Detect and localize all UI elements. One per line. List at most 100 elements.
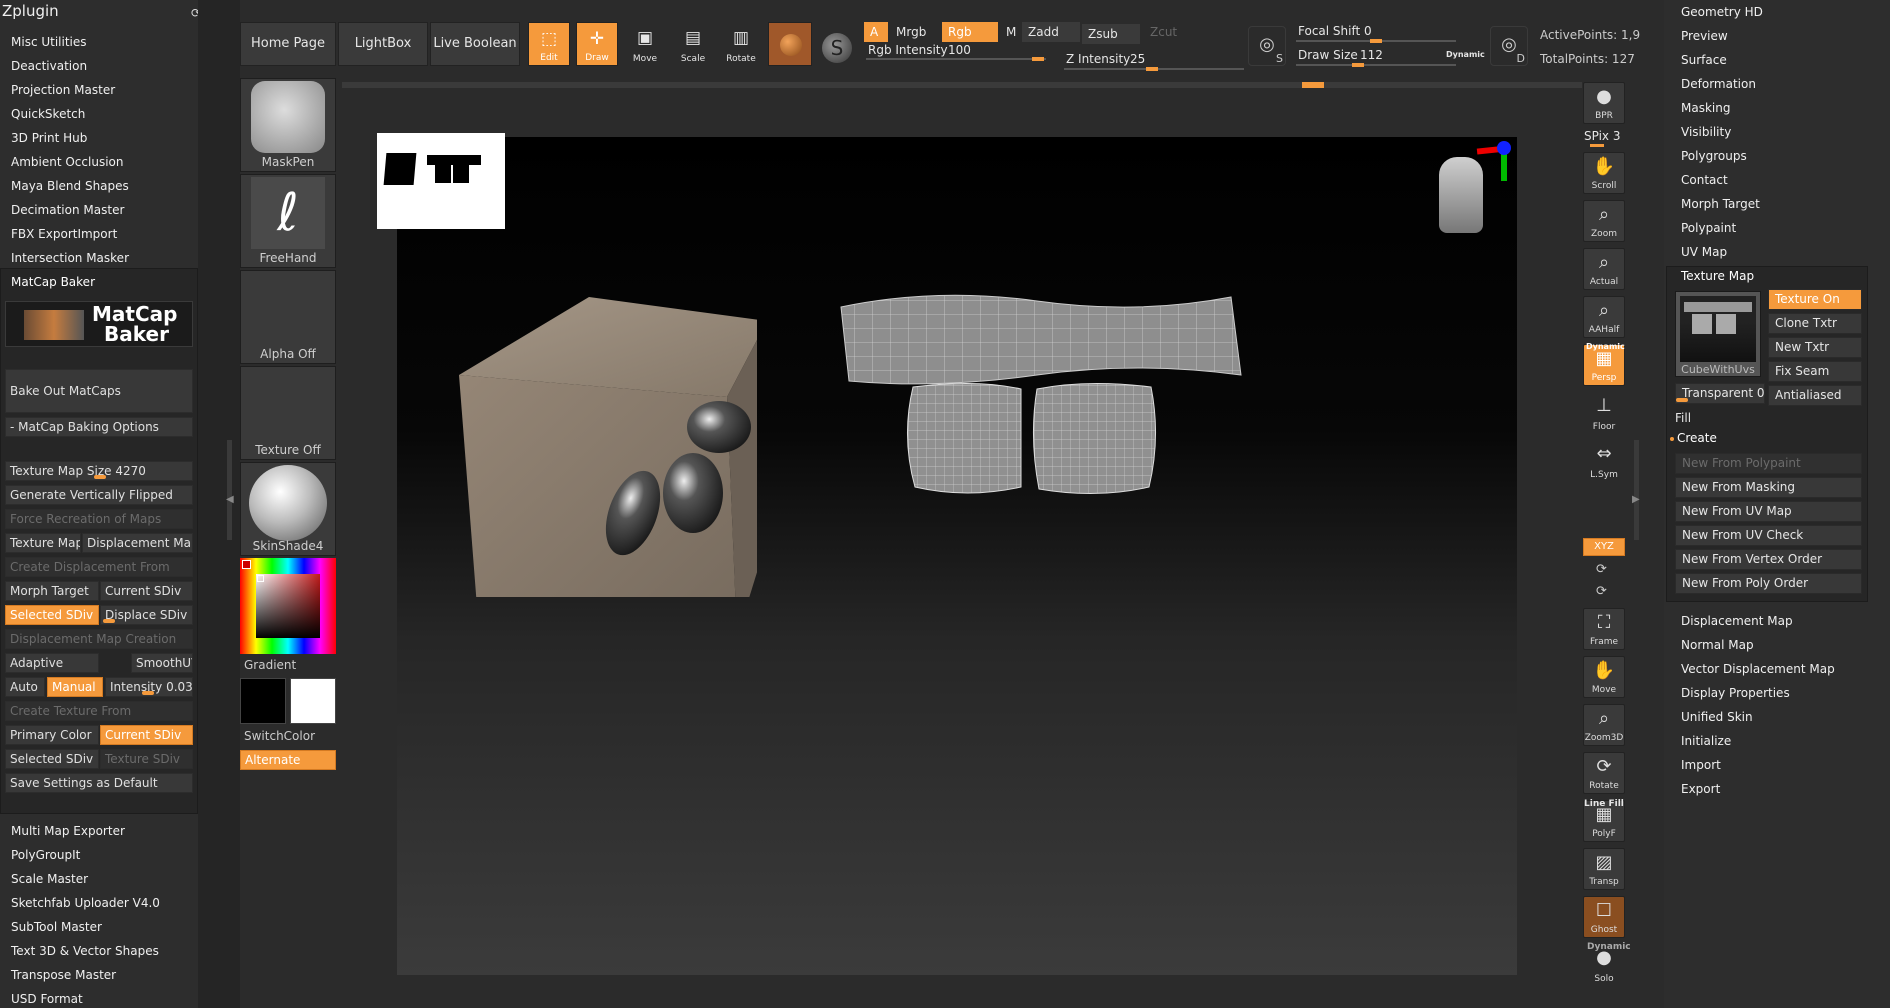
right-tray-handle[interactable] (1634, 440, 1639, 540)
slider-knob[interactable] (1370, 39, 1382, 43)
ghost-button[interactable]: ☐ Ghost (1583, 896, 1625, 938)
tool-menu-item[interactable]: Masking (1681, 101, 1730, 115)
tool-menu-item[interactable]: Vector Displacement Map (1681, 662, 1835, 676)
clone-txtr-button[interactable]: Clone Txtr (1768, 313, 1862, 334)
tool-menu-item[interactable]: Displacement Map (1681, 614, 1793, 628)
move-view-button[interactable]: ✋ Move (1583, 656, 1625, 698)
slider-knob[interactable] (142, 691, 154, 695)
zoom-button[interactable]: ⌕ Zoom (1583, 200, 1625, 242)
intensity-slider[interactable]: Intensity 0.034 (105, 677, 193, 697)
tool-menu-item[interactable]: Contact (1681, 173, 1728, 187)
tool-menu-item[interactable]: Display Properties (1681, 686, 1790, 700)
texture-thumbnail[interactable]: CubeWithUvs (1675, 291, 1761, 377)
matcap-baker-header[interactable]: MatCap Baker (11, 275, 95, 289)
zplugin-menu-item[interactable]: USD Format (11, 992, 83, 1006)
bpr-button[interactable]: ● BPR (1583, 82, 1625, 124)
zplugin-menu-item[interactable]: Deactivation (11, 59, 87, 73)
tool-menu-item[interactable]: Geometry HD (1681, 5, 1763, 19)
sym-z-icon[interactable]: ⟳ (1596, 584, 1607, 599)
zplugin-menu-item[interactable]: Decimation Master (11, 203, 124, 217)
stroke-tile[interactable]: ℓ FreeHand (240, 174, 336, 268)
selected-sdiv-button[interactable]: Selected SDiv (5, 605, 99, 625)
slider-knob[interactable] (103, 619, 115, 623)
slider-knob[interactable] (94, 475, 106, 479)
zcut-toggle[interactable]: Zcut (1144, 22, 1184, 42)
zplugin-menu-item[interactable]: Multi Map Exporter (11, 824, 125, 838)
floor-button[interactable]: ⊥ Floor (1583, 392, 1625, 434)
tool-menu-item[interactable]: Polypaint (1681, 221, 1736, 235)
slider-knob[interactable] (1146, 67, 1158, 71)
color-picker-square[interactable] (256, 574, 320, 638)
zsub-toggle[interactable]: Zsub (1082, 24, 1140, 44)
draw-button[interactable]: ✛ Draw (576, 22, 618, 66)
transparent-slider[interactable]: Transparent 0 (1675, 383, 1765, 404)
create-header[interactable]: Create (1677, 431, 1717, 445)
material-button[interactable] (768, 22, 812, 66)
zplugin-menu-item[interactable]: PolyGroupIt (11, 848, 80, 862)
rotate-button[interactable]: ▥ Rotate (720, 22, 762, 66)
manual-button[interactable]: Manual (47, 677, 103, 697)
z-intensity-slider[interactable]: Z Intensity 25 (1064, 52, 1244, 72)
morph-target-button[interactable]: Morph Target (5, 581, 99, 601)
zplugin-menu-item[interactable]: Intersection Masker (11, 251, 129, 265)
frame-button[interactable]: ⛶ Frame (1583, 608, 1625, 650)
tool-menu-item[interactable]: Deformation (1681, 77, 1756, 91)
xyz-button[interactable]: XYZ (1583, 538, 1625, 556)
auto-button[interactable]: Auto (5, 677, 45, 697)
scale-button[interactable]: ▤ Scale (672, 22, 714, 66)
s-brush-icon[interactable]: S (822, 33, 852, 63)
zplugin-menu-item[interactable]: Misc Utilities (11, 35, 87, 49)
draw-size-slider[interactable]: Draw Size 112 Dynamic (1296, 48, 1496, 68)
m-toggle[interactable]: M (1000, 22, 1020, 42)
viewport-canvas[interactable] (377, 133, 1517, 975)
texture-tile[interactable]: Texture Off (240, 366, 336, 460)
move-button[interactable]: ▣ Move (624, 22, 666, 66)
rotate-view-button[interactable]: ⟳ Rotate (1583, 752, 1625, 794)
zplugin-menu-item[interactable]: 3D Print Hub (11, 131, 87, 145)
zplugin-menu-item[interactable]: Sketchfab Uploader V4.0 (11, 896, 160, 910)
alternate-button[interactable]: Alternate (240, 750, 336, 770)
rgb-toggle[interactable]: Rgb (942, 22, 998, 42)
secondary-color-swatch[interactable] (290, 678, 336, 724)
zplugin-menu-item[interactable]: Text 3D & Vector Shapes (11, 944, 159, 958)
adaptive-button[interactable]: Adaptive (5, 653, 99, 673)
tool-menu-item[interactable]: Export (1681, 782, 1720, 796)
save-default-button[interactable]: Save Settings as Default (5, 773, 193, 793)
zplugin-menu-item[interactable]: Projection Master (11, 83, 115, 97)
collapse-arrow-icon-right[interactable]: ▶ (1632, 494, 1640, 505)
texture-map-button[interactable]: Texture Map (5, 533, 81, 553)
tool-menu-item[interactable]: Preview (1681, 29, 1728, 43)
gen-flipped-button[interactable]: Generate Vertically Flipped (5, 485, 193, 505)
aahalf-button[interactable]: ⌕ AAHalf (1583, 296, 1625, 338)
collapse-arrow-icon[interactable]: ◀ (226, 494, 234, 505)
zplugin-menu-item[interactable]: Scale Master (11, 872, 88, 886)
zplugin-menu-item[interactable]: SubTool Master (11, 920, 102, 934)
draw-size-icon[interactable]: ◎ D (1490, 26, 1528, 66)
slider-knob[interactable] (1032, 57, 1044, 61)
live-boolean-button[interactable]: Live Boolean (430, 22, 520, 66)
cube-model[interactable] (457, 297, 757, 597)
new-from-button[interactable]: New From Masking (1675, 477, 1862, 498)
lightbox-button[interactable]: LightBox (338, 22, 428, 66)
tool-menu-item[interactable]: Normal Map (1681, 638, 1754, 652)
zplugin-menu-item[interactable]: Maya Blend Shapes (11, 179, 129, 193)
transp-button[interactable]: ▨ Transp (1583, 848, 1625, 890)
matcap-options-button[interactable]: - MatCap Baking Options (5, 417, 193, 437)
zoom3d-button[interactable]: ⌕ Zoom3D (1583, 704, 1625, 746)
texture-map-title[interactable]: Texture Map (1681, 269, 1754, 283)
tool-menu-item[interactable]: Import (1681, 758, 1721, 772)
rgb-intensity-slider[interactable]: Rgb Intensity 100 (866, 42, 1046, 62)
tool-menu-item[interactable]: Initialize (1681, 734, 1731, 748)
displace-sdiv-slider[interactable]: Displace SDiv 1 (100, 605, 193, 625)
tool-menu-item[interactable]: Surface (1681, 53, 1727, 67)
fix-seam-button[interactable]: Fix Seam (1768, 361, 1862, 382)
sym-y-icon[interactable]: ⟳ (1596, 562, 1607, 577)
slider-knob[interactable] (1352, 63, 1364, 67)
tool-menu-item[interactable]: Polygroups (1681, 149, 1747, 163)
antialiased-button[interactable]: Antialiased (1768, 385, 1862, 406)
focal-shift-slider[interactable]: Focal Shift 0 (1296, 24, 1466, 44)
actual-button[interactable]: ⌕ Actual (1583, 248, 1625, 290)
tool-menu-item[interactable]: Visibility (1681, 125, 1731, 139)
canvas-scroll-indicator[interactable] (1302, 82, 1324, 88)
current-sdiv-button[interactable]: Current SDiv (100, 581, 193, 601)
